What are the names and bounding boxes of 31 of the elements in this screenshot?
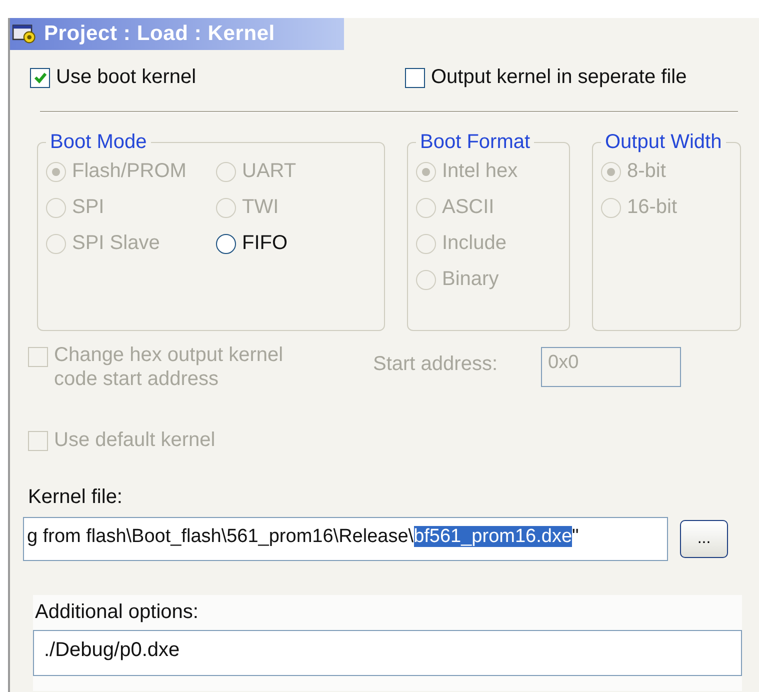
window-title: Project : Load : Kernel — [44, 22, 275, 46]
window-gear-icon — [12, 23, 38, 45]
checkbox-label: Use default kernel — [54, 429, 216, 452]
field-label: Additional options: — [34, 601, 200, 624]
checkbox-label: Output kernel in seperate file — [431, 66, 687, 89]
radio-label: ASCII — [442, 196, 494, 219]
radio-label: SPI — [72, 196, 104, 219]
options-field[interactable]: ./Debug/p0.dxe — [33, 630, 742, 676]
browse-button[interactable]: ... — [680, 520, 728, 558]
group-title: Output Width — [604, 131, 723, 154]
group-title: Boot Mode — [49, 131, 148, 154]
radio-label: 8-bit — [627, 160, 666, 183]
radio-label: SPI Slave — [72, 232, 160, 255]
kernel-file-field[interactable]: g from flash\Boot_flash\561_prom16\Release\bf561_prom16.dxe" — [23, 517, 668, 561]
radio-button[interactable] — [216, 234, 236, 254]
radio-label: TWI — [242, 196, 279, 219]
checkbox[interactable] — [30, 68, 50, 88]
checkbox[interactable] — [405, 68, 425, 88]
checkmark-icon — [32, 70, 48, 85]
radio-label: Intel hex — [442, 160, 518, 183]
radio-label: Binary — [442, 268, 499, 291]
radio-label: UART — [242, 160, 296, 183]
radio-label: Flash/PROM — [72, 160, 186, 183]
checkbox-label: Use boot kernel — [56, 66, 196, 89]
checkbox-label: Change hex output kernel code start address — [54, 343, 284, 391]
radio-label: Include — [442, 232, 506, 255]
field-label: Kernel file: — [28, 486, 124, 509]
field-label: Start address: — [373, 353, 499, 376]
radio-label: FIFO — [242, 232, 288, 255]
group-title: Boot Format — [419, 131, 532, 154]
radio-label: 16-bit — [627, 196, 678, 219]
